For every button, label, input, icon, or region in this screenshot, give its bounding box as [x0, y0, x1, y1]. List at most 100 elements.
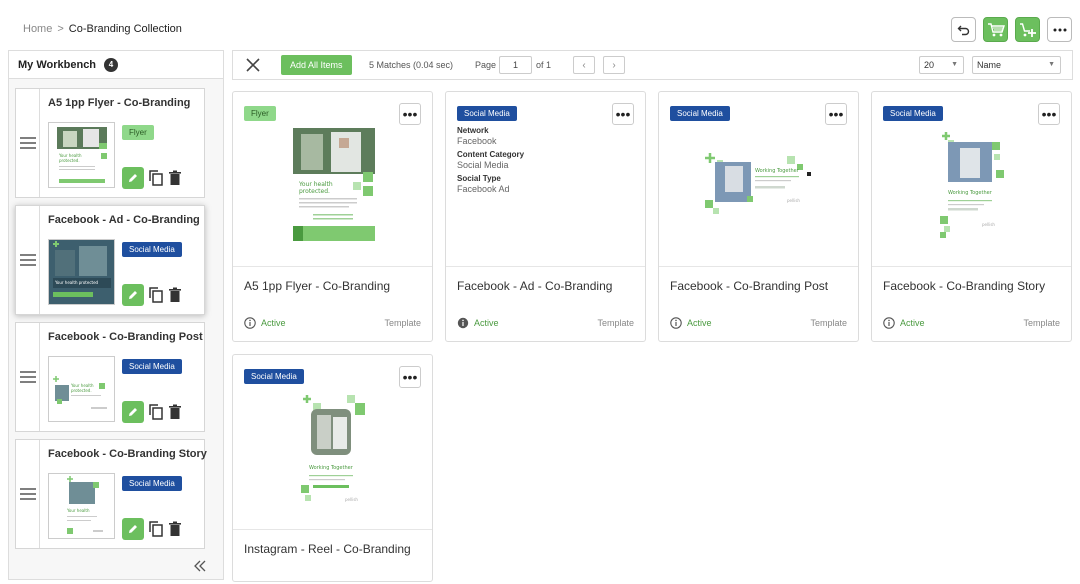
card-title[interactable]: Facebook - Co-Branding Post [670, 279, 828, 293]
card-type: Template [384, 318, 421, 328]
drag-handle[interactable] [16, 440, 40, 548]
cart-icon [987, 22, 1005, 36]
info-icon [670, 317, 682, 329]
caret-down-icon: ▼ [1048, 61, 1055, 68]
card-type: Template [1023, 318, 1060, 328]
more-icon [1053, 28, 1066, 31]
chevron-right-icon: › [612, 59, 616, 71]
workbench-item-tools [122, 167, 182, 189]
card-metadata: Network Facebook Content Category Social… [457, 126, 524, 198]
cart-add-button[interactable] [1015, 17, 1040, 42]
cart-add-icon [1019, 22, 1036, 37]
social-media-tag: Social Media [883, 106, 943, 121]
workbench-item[interactable]: Facebook - Co-Branding Story Your health… [15, 439, 207, 549]
asset-card[interactable]: Social Media ••• Working Together pellish… [658, 91, 859, 342]
copy-icon[interactable] [148, 403, 164, 421]
workbench-item-tag: Social Media [122, 473, 182, 491]
prev-page-button[interactable]: ‹ [573, 56, 595, 74]
card-more-button[interactable]: ••• [399, 103, 421, 125]
page-size-select[interactable]: 20 ▼ [919, 56, 964, 74]
svg-text:pellish: pellish [345, 497, 358, 502]
more-icon: ••• [402, 106, 418, 122]
drag-handle[interactable] [16, 323, 40, 431]
card-thumbnail: Working Together pellish [703, 152, 815, 218]
flyer-tag: Flyer [122, 125, 154, 140]
breadcrumb-home[interactable]: Home [23, 23, 52, 35]
sort-select[interactable]: Name ▼ [972, 56, 1061, 74]
copy-icon[interactable] [148, 286, 164, 304]
svg-text:Your health protected: Your health protected [54, 280, 99, 285]
add-all-items-button[interactable]: Add All Items [281, 55, 352, 75]
sort-value: Name [977, 60, 1002, 70]
undo-icon [957, 25, 969, 35]
workbench-item[interactable]: A5 1pp Flyer - Co-Branding Your health pr… [15, 88, 205, 198]
asset-card[interactable]: Flyer ••• Your health protected. A5 1pp F… [232, 91, 433, 342]
trash-icon[interactable] [168, 521, 182, 537]
collapse-sidebar-button[interactable] [193, 559, 207, 577]
caret-down-icon: ▼ [951, 61, 958, 68]
workbench-header: My Workbench 4 [9, 51, 223, 79]
edit-button[interactable] [122, 167, 144, 189]
card-title[interactable]: Facebook - Ad - Co-Branding [457, 279, 612, 293]
asset-card[interactable]: Social Media ••• Working Together pellish… [871, 91, 1072, 342]
asset-card[interactable]: Social Media ••• Working Together pellish… [232, 354, 433, 582]
trash-icon[interactable] [168, 287, 182, 303]
breadcrumb-current: Co-Branding Collection [68, 23, 182, 35]
card-more-button[interactable]: ••• [612, 103, 634, 125]
status-text: Active [474, 318, 499, 328]
workbench-item[interactable]: Facebook - Co-Branding Post Your health p… [15, 322, 205, 432]
social-media-tag: Social Media [122, 359, 182, 374]
more-actions-button[interactable] [1047, 17, 1072, 42]
more-icon: ••• [615, 106, 631, 122]
svg-text:protected.: protected. [299, 188, 330, 195]
card-thumbnail: Working Together pellish [299, 393, 367, 505]
page-label: Page [475, 60, 497, 70]
card-more-button[interactable]: ••• [1038, 103, 1060, 125]
card-title[interactable]: Instagram - Reel - Co-Branding [244, 542, 411, 556]
workbench-item-tools [122, 284, 182, 306]
card-type: Template [810, 318, 847, 328]
trash-icon[interactable] [168, 170, 182, 186]
page-input[interactable]: 1 [499, 56, 532, 74]
card-title[interactable]: A5 1pp Flyer - Co-Branding [244, 279, 390, 293]
trash-icon[interactable] [168, 404, 182, 420]
drag-handle-icon [19, 488, 36, 500]
pencil-icon [129, 408, 137, 416]
breadcrumb: Home > Co-Branding Collection [23, 23, 182, 35]
copy-icon[interactable] [148, 520, 164, 538]
card-status: Active [883, 317, 925, 329]
next-page-button[interactable]: › [603, 56, 625, 74]
info-icon [883, 317, 895, 329]
edit-button[interactable] [122, 401, 144, 423]
chevron-left-icon: ‹ [582, 59, 586, 71]
card-more-button[interactable]: ••• [825, 103, 847, 125]
asset-card[interactable]: Social Media ••• Network Facebook Conten… [445, 91, 646, 342]
edit-button[interactable] [122, 284, 144, 306]
drag-handle-icon [19, 371, 36, 383]
results-toolbar: Add All Items 5 Matches (0.04 sec) Page … [232, 50, 1073, 80]
card-title[interactable]: Facebook - Co-Branding Story [883, 279, 1045, 293]
meta-key: Social Type [457, 174, 501, 183]
edit-button[interactable] [122, 518, 144, 540]
copy-icon[interactable] [148, 169, 164, 187]
svg-text:Working Together: Working Together [948, 190, 993, 196]
top-actions [951, 17, 1072, 42]
card-status: Active [244, 317, 286, 329]
workbench-item[interactable]: Facebook - Ad - Co-Branding Your health … [15, 205, 205, 315]
drag-handle-icon [19, 137, 36, 149]
card-more-button[interactable]: ••• [399, 366, 421, 388]
info-icon [457, 317, 469, 329]
drag-handle[interactable] [16, 206, 40, 314]
workbench-sidebar: My Workbench 4 A5 1pp Flyer - Co-Brandin… [8, 50, 224, 580]
undo-button[interactable] [951, 17, 976, 42]
card-thumbnail: Your health protected. [293, 128, 375, 241]
cart-button[interactable] [983, 17, 1008, 42]
card-preview: Flyer ••• Your health protected. [233, 92, 432, 267]
pencil-icon [129, 525, 137, 533]
social-media-tag: Social Media [244, 369, 304, 384]
meta-value: Social Media [457, 160, 509, 170]
close-button[interactable] [246, 58, 260, 74]
status-text: Active [900, 318, 925, 328]
status-text: Active [687, 318, 712, 328]
drag-handle[interactable] [16, 89, 40, 197]
